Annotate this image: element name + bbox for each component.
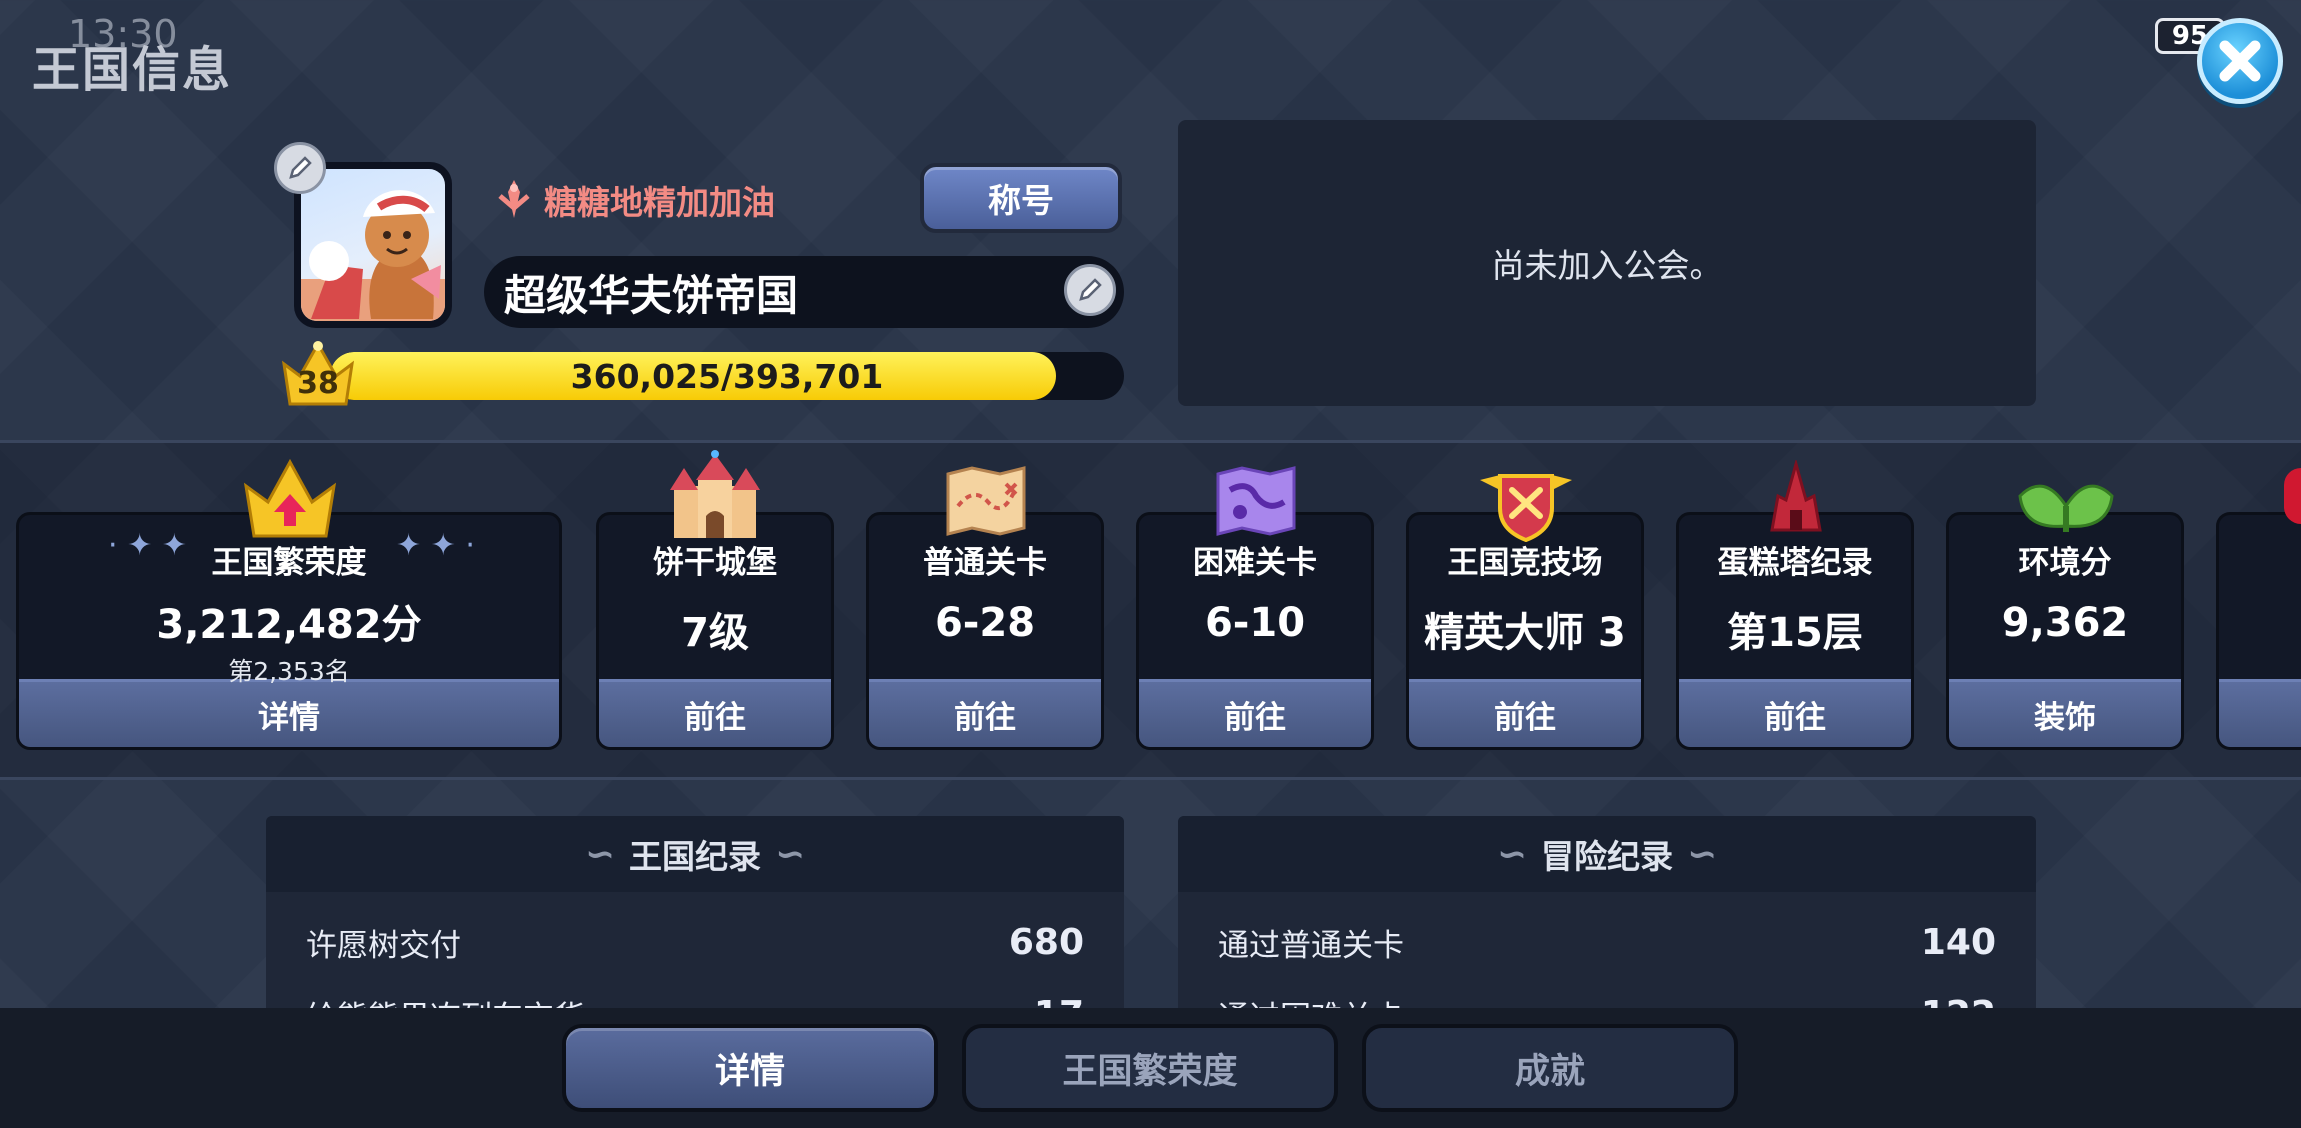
record-label: 通过普通关卡 xyxy=(1218,927,1404,964)
partial-card xyxy=(2216,512,2301,750)
tab-prosperity[interactable]: 王国繁荣度 xyxy=(962,1024,1338,1112)
swirl-left-icon: ∽ xyxy=(584,833,615,875)
edit-avatar-button[interactable] xyxy=(274,142,326,194)
pencil-icon xyxy=(289,156,312,179)
prosperity-value: 3,212,482分 xyxy=(156,602,422,648)
cake-tower-icon xyxy=(1770,460,1822,532)
record-value: 680 xyxy=(1008,921,1084,963)
edit-name-button[interactable] xyxy=(1064,264,1116,316)
swirl-left-icon: ∽ xyxy=(1496,833,1527,875)
record-row: 通过普通关卡 140 xyxy=(1178,906,2036,978)
sprout-icon xyxy=(2018,484,2114,532)
close-button[interactable] xyxy=(2197,18,2283,104)
page-title: 王国信息 xyxy=(32,42,233,98)
castle-label: 饼干城堡 xyxy=(653,545,777,581)
guild-status-text: 尚未加入公会。 xyxy=(1491,246,1723,285)
castle-icon xyxy=(670,450,760,538)
record-row: 许愿树交付 680 xyxy=(266,906,1124,978)
exp-text: 360,025/393,701 xyxy=(570,356,884,396)
kingdom-name-field: 超级华夫饼帝国 xyxy=(484,256,1124,328)
player-title-row: 糖糖地精加加油 xyxy=(494,176,775,224)
cake-tower-go-button[interactable]: 前往 xyxy=(1679,679,1911,747)
prosperity-crown-icon xyxy=(243,458,337,538)
partial-card-icon xyxy=(2284,468,2301,524)
environment-label: 环境分 xyxy=(2018,545,2112,581)
sparkle-left-icon: · ✦ ✦ xyxy=(108,528,187,563)
gingerbread-cookie-icon xyxy=(301,190,445,321)
environment-decorate-button[interactable]: 装饰 xyxy=(1949,679,2181,747)
arena-value: 精英大师 3 xyxy=(1424,610,1626,656)
hard-stage-card: 困难关卡 6-10 前往 xyxy=(1136,512,1374,750)
pencil-icon xyxy=(1079,278,1102,301)
guild-panel: 尚未加入公会。 xyxy=(1178,120,2036,406)
hard-stage-value: 6-10 xyxy=(1204,600,1306,646)
title-button[interactable]: 称号 xyxy=(920,163,1122,233)
cake-tower-card: 蛋糕塔纪录 第15层 前往 xyxy=(1676,512,1914,750)
castle-card: 饼干城堡 7级 前往 xyxy=(596,512,834,750)
normal-stage-go-button[interactable]: 前往 xyxy=(869,679,1101,747)
prosperity-card: 王国繁荣度 3,212,482分 第2,353名 详情 xyxy=(16,512,562,750)
prosperity-rank: 第2,353名 xyxy=(228,657,350,686)
tab-achievements[interactable]: 成就 xyxy=(1362,1024,1738,1112)
exp-track: 360,025/393,701 xyxy=(330,352,1124,400)
close-icon xyxy=(2219,40,2261,82)
tab-details[interactable]: 详情 xyxy=(562,1024,938,1112)
environment-value: 9,362 xyxy=(2001,600,2129,646)
title-badge-icon xyxy=(498,180,530,218)
kingdom-record-title: 王国纪录 xyxy=(629,837,761,876)
castle-value: 7级 xyxy=(681,610,749,656)
level-exp-bar: 360,025/393,701 38 xyxy=(280,338,1124,406)
hard-stage-label: 困难关卡 xyxy=(1193,545,1317,581)
kingdom-name: 超级华夫饼帝国 xyxy=(504,270,799,320)
prosperity-details-button[interactable]: 详情 xyxy=(19,679,559,747)
normal-stage-label: 普通关卡 xyxy=(923,545,1047,581)
cake-tower-value: 第15层 xyxy=(1727,610,1863,656)
arena-card: 王国竞技场 精英大师 3 前往 xyxy=(1406,512,1644,750)
record-value: 140 xyxy=(1920,921,1996,963)
hard-stage-go-button[interactable]: 前往 xyxy=(1139,679,1371,747)
environment-card: 环境分 9,362 装饰 xyxy=(1946,512,2184,750)
swirl-right-icon: ∽ xyxy=(1687,833,1718,875)
sparkle-right-icon: ✦ ✦ · xyxy=(396,528,475,563)
player-title-text: 糖糖地精加加油 xyxy=(544,183,775,222)
partial-card-button[interactable] xyxy=(2219,679,2301,747)
normal-stage-value: 6-28 xyxy=(934,600,1036,646)
arena-shield-icon xyxy=(1480,474,1572,542)
swirl-right-icon: ∽ xyxy=(775,833,806,875)
cake-tower-label: 蛋糕塔纪录 xyxy=(1717,545,1873,581)
level-number: 38 xyxy=(297,366,339,401)
avatar xyxy=(301,169,445,321)
adventure-record-title: 冒险纪录 xyxy=(1541,837,1673,876)
arena-label: 王国竞技场 xyxy=(1447,545,1603,581)
arena-go-button[interactable]: 前往 xyxy=(1409,679,1641,747)
normal-stage-card: 普通关卡 6-28 前往 xyxy=(866,512,1104,750)
prosperity-label: 王国繁荣度 xyxy=(211,545,367,581)
castle-go-button[interactable]: 前往 xyxy=(599,679,831,747)
treasure-map-icon xyxy=(946,466,1026,536)
record-label: 许愿树交付 xyxy=(306,927,461,964)
purple-map-icon xyxy=(1216,466,1296,536)
